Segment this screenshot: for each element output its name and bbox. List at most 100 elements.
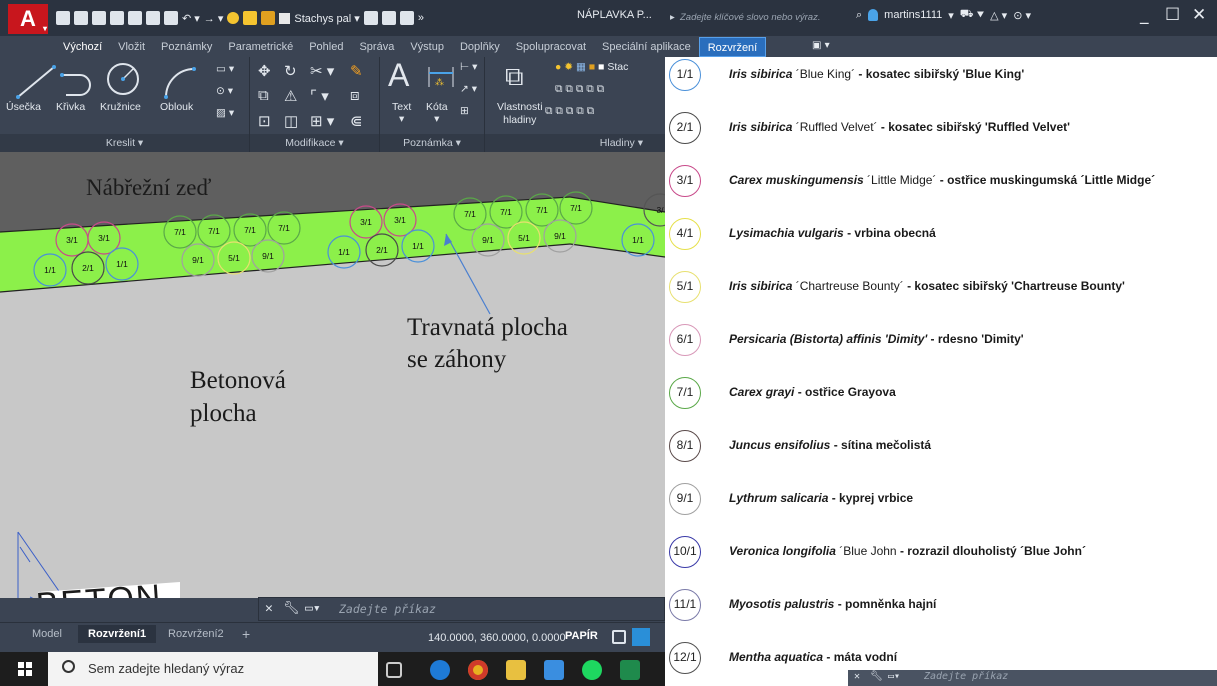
tab-layout1[interactable]: Rozvržení1 bbox=[78, 625, 157, 643]
trim-icon[interactable]: ✂ ▾ bbox=[310, 62, 334, 80]
layer-previous-icon[interactable] bbox=[381, 11, 396, 25]
print-icon[interactable] bbox=[164, 11, 178, 25]
paper-space-toggle[interactable]: PAPÍR bbox=[565, 630, 598, 642]
tab-model[interactable]: Model bbox=[22, 625, 72, 643]
layer-properties-button[interactable]: Vlastnosti hladiny bbox=[497, 101, 543, 127]
tab-1[interactable]: Vložit bbox=[110, 37, 153, 57]
command-line[interactable]: ✕ 🔧︎ ▭▾ Zadejte příkaz bbox=[258, 597, 665, 621]
layer-tools-row-2[interactable]: ⧉ ⧉ ⧉ ⧉ ⧉ bbox=[545, 105, 594, 118]
share-icon[interactable] bbox=[399, 11, 414, 25]
panel-toggle-icon[interactable]: ▣ ▾ bbox=[812, 40, 830, 51]
minimize-icon[interactable]: _ bbox=[1140, 5, 1149, 25]
panel-annotation-title[interactable]: Poznámka ▾ bbox=[380, 134, 484, 152]
username[interactable]: martins1111 bbox=[884, 9, 942, 21]
spotify-icon[interactable] bbox=[582, 660, 602, 680]
grid-icon[interactable] bbox=[612, 630, 626, 644]
scale-icon[interactable]: ◫ bbox=[284, 112, 298, 130]
edge-browser-icon[interactable] bbox=[430, 660, 450, 680]
tab-layout2[interactable]: Rozvržení2 bbox=[158, 625, 234, 643]
chrome-icon[interactable] bbox=[468, 660, 488, 680]
mirror-icon[interactable]: ⚠ bbox=[284, 87, 297, 105]
new-file-icon[interactable] bbox=[56, 11, 70, 25]
keyword-search-input[interactable]: Zadejte klíčové slovo nebo výraz. bbox=[670, 8, 846, 27]
tab-0[interactable]: Výchozí bbox=[55, 37, 111, 57]
cloud-save-icon[interactable] bbox=[128, 11, 142, 25]
offset-icon[interactable]: ⋐ bbox=[350, 112, 363, 130]
tab-3[interactable]: Parametrické bbox=[220, 37, 301, 57]
redo-icon[interactable]: → ▾ bbox=[204, 12, 224, 25]
leader-icon[interactable]: ↗ ▾ bbox=[460, 83, 477, 95]
match-layer-icon[interactable] bbox=[363, 11, 378, 25]
polyline-icon[interactable] bbox=[60, 67, 92, 99]
maximize-icon[interactable]: ☐ bbox=[1165, 5, 1180, 25]
fillet-icon[interactable]: ⌜ ▾ bbox=[310, 87, 329, 105]
add-layout-button[interactable]: + bbox=[232, 625, 260, 643]
binoculars-icon[interactable]: ⌕ bbox=[856, 9, 862, 22]
ellipse-icon[interactable]: ⊙ ▾ bbox=[216, 85, 233, 97]
legend-command-line[interactable]: ✕ 🔧︎ ▭▾ Zadejte příkaz bbox=[848, 670, 1217, 686]
legend-command-input[interactable]: Zadejte příkaz bbox=[924, 671, 1008, 682]
taskbar-search-input[interactable]: Sem zadejte hledaný výraz bbox=[48, 652, 378, 686]
command-prompt-icon[interactable]: ▭▾ bbox=[888, 671, 900, 682]
panel-draw-title[interactable]: Kreslit ▾ bbox=[0, 134, 249, 152]
question-circle-icon[interactable]: ⊙ ▾ bbox=[1013, 9, 1031, 22]
circle-icon[interactable] bbox=[105, 61, 141, 97]
drawing-canvas[interactable]: 3/1 3/1 1/1 2/1 1/1 7/1 7/1 7/1 7/1 9/1 5/1 9/1 3/1 3… bbox=[0, 152, 665, 598]
command-prompt-icon[interactable]: ▭▾ bbox=[305, 601, 321, 616]
layer-tools-row-1[interactable]: ⧉ ⧉ ⧉ ⧉ ⧉ bbox=[555, 83, 604, 96]
application-menu-button[interactable]: A ▾ bbox=[8, 4, 48, 34]
cart-icon[interactable]: ⛟ ▾ bbox=[960, 8, 984, 22]
stretch-icon[interactable]: ⊡ bbox=[258, 112, 271, 130]
save-as-icon[interactable] bbox=[110, 11, 124, 25]
arc-tool-button[interactable]: Oblouk bbox=[160, 101, 193, 113]
tab-4[interactable]: Pohled bbox=[301, 37, 351, 57]
snap-icon[interactable] bbox=[632, 628, 650, 646]
circle-tool-button[interactable]: Kružnice bbox=[100, 101, 141, 113]
close-icon[interactable]: ✕ bbox=[265, 601, 273, 616]
panel-layers-title[interactable]: Hladiny ▾ bbox=[485, 134, 665, 152]
user-icon[interactable] bbox=[868, 9, 879, 21]
layer-on-icon[interactable] bbox=[227, 12, 240, 24]
linear-dim-icon[interactable]: ⊢ ▾ bbox=[460, 61, 477, 73]
layer-state-row[interactable]: ● ✹ ▦ ■ ■ Stac bbox=[555, 61, 628, 73]
line-icon[interactable] bbox=[14, 63, 58, 101]
store-icon[interactable] bbox=[544, 660, 564, 680]
layer-properties-icon[interactable]: ⧉ bbox=[505, 61, 524, 93]
excel-icon[interactable] bbox=[620, 660, 640, 680]
tab-5[interactable]: Správa bbox=[351, 37, 402, 57]
hatch-icon[interactable]: ▨ ▾ bbox=[216, 107, 234, 119]
explode-icon[interactable]: ⧈ bbox=[350, 87, 360, 104]
wrench-icon[interactable]: 🔧︎ bbox=[870, 671, 883, 682]
windows-start-icon[interactable] bbox=[18, 662, 32, 676]
tab-10[interactable]: Rozvržení bbox=[698, 37, 767, 57]
layer-dropdown[interactable]: Stachys pal ▾ bbox=[294, 12, 359, 25]
dimension-tool-button[interactable]: Kóta ▾ bbox=[426, 101, 448, 125]
text-tool-button[interactable]: Text ▾ bbox=[392, 101, 411, 125]
undo-icon[interactable]: ↶ ▾ bbox=[182, 12, 200, 25]
text-icon[interactable]: A bbox=[388, 57, 409, 94]
line-tool-button[interactable]: Úsečka bbox=[6, 101, 41, 113]
copy-icon[interactable]: ⧉ bbox=[258, 87, 269, 104]
dimension-icon[interactable]: ⁂ bbox=[427, 63, 455, 89]
array-icon[interactable]: ⊞ ▾ bbox=[310, 112, 334, 130]
tab-7[interactable]: Doplňky bbox=[452, 37, 508, 57]
file-explorer-icon[interactable] bbox=[506, 660, 526, 680]
plot-icon[interactable] bbox=[146, 11, 160, 25]
chevron-down-icon[interactable]: ▾ bbox=[948, 9, 954, 22]
tab-8[interactable]: Spolupracovat bbox=[508, 37, 594, 57]
erase-icon[interactable]: ✎ bbox=[350, 62, 363, 80]
command-input[interactable]: Zadejte příkaz bbox=[339, 602, 436, 616]
open-folder-icon[interactable] bbox=[74, 11, 88, 25]
rotate-icon[interactable]: ↻ bbox=[284, 62, 297, 80]
close-icon[interactable]: ✕ bbox=[1192, 5, 1206, 25]
move-icon[interactable]: ✥ bbox=[258, 62, 271, 80]
table-icon[interactable]: ⊞ bbox=[460, 105, 469, 117]
wrench-icon[interactable]: 🔧︎ bbox=[283, 601, 300, 616]
arc-icon[interactable] bbox=[160, 63, 200, 101]
polyline-tool-button[interactable]: Křivka bbox=[56, 101, 85, 113]
tab-6[interactable]: Výstup bbox=[402, 37, 452, 57]
more-tools-icon[interactable]: » bbox=[418, 12, 424, 24]
tab-2[interactable]: Poznámky bbox=[153, 37, 220, 57]
tab-9[interactable]: Speciální aplikace bbox=[594, 37, 699, 57]
autodesk-triangle-icon[interactable]: △ ▾ bbox=[990, 9, 1007, 22]
